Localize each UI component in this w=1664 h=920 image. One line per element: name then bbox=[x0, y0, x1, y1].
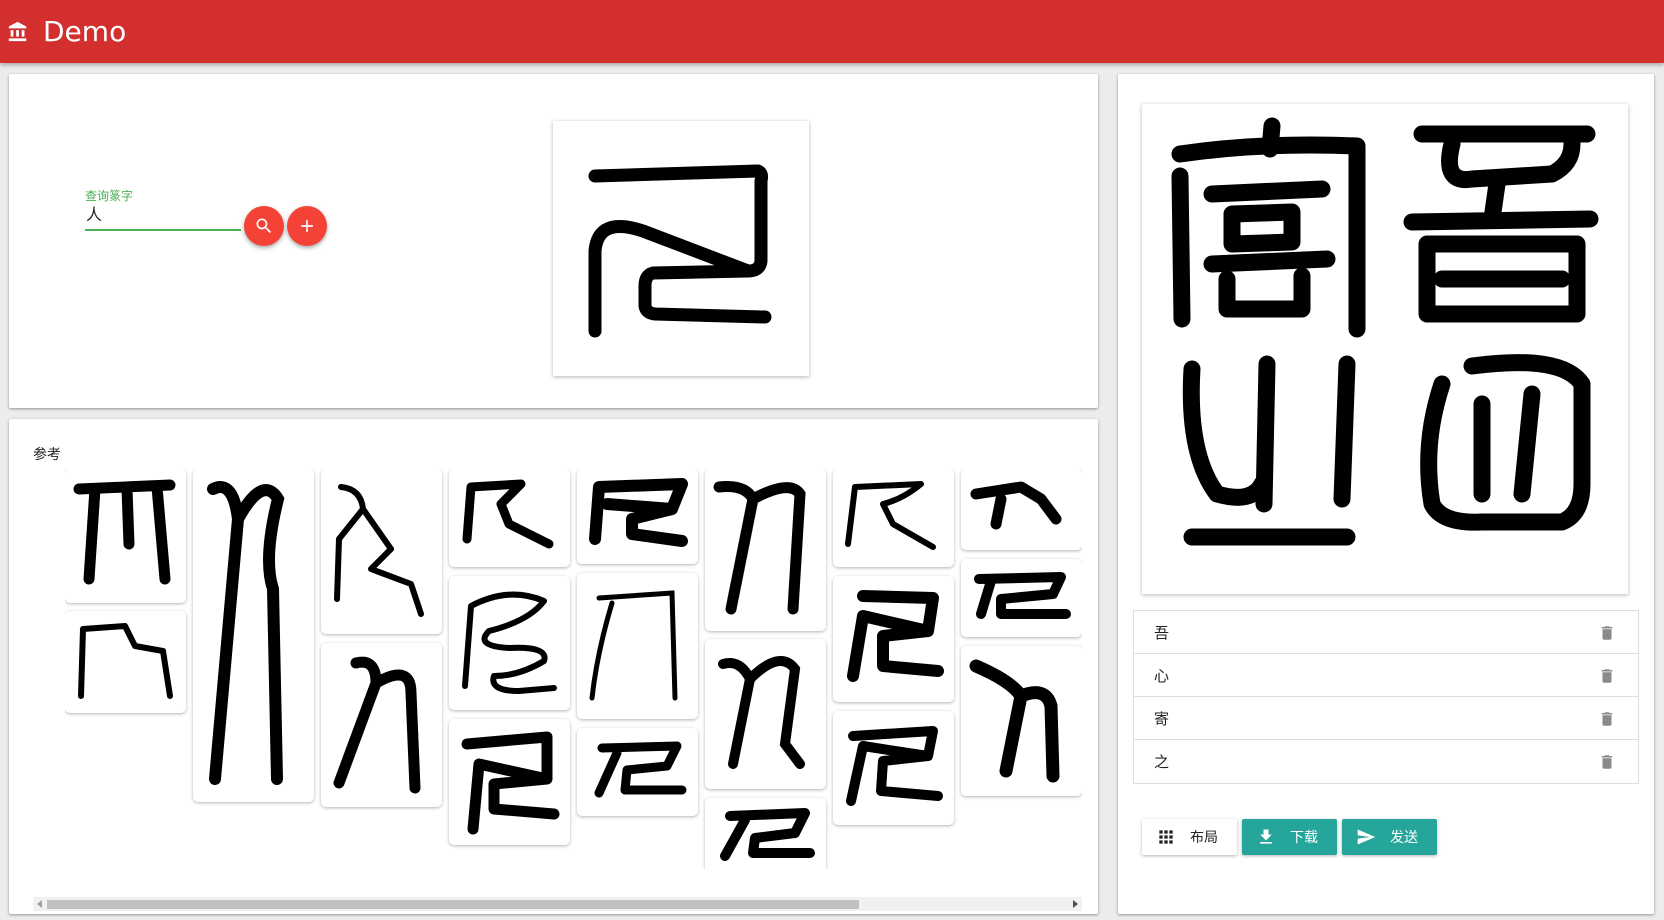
reference-card: 参考 bbox=[9, 419, 1098, 914]
trash-icon[interactable] bbox=[1598, 666, 1616, 686]
seal-glyph-image bbox=[845, 481, 936, 550]
reference-tile[interactable] bbox=[65, 469, 186, 603]
reference-tile[interactable] bbox=[321, 469, 442, 634]
composition-preview bbox=[1142, 104, 1628, 594]
bank-icon bbox=[8, 21, 27, 41]
list-item[interactable]: 吾 bbox=[1134, 611, 1638, 654]
reference-tile[interactable] bbox=[833, 469, 954, 567]
reference-tile[interactable] bbox=[961, 469, 1082, 550]
layout-button-label: 布局 bbox=[1190, 830, 1218, 846]
reference-tile[interactable] bbox=[321, 643, 442, 807]
app-title: Demo bbox=[43, 15, 127, 48]
search-icon bbox=[256, 218, 272, 234]
composition-card: 吾 心 寄 之 布局 下载 发送 bbox=[1118, 74, 1654, 914]
search-field[interactable]: 查询篆字 人 bbox=[85, 187, 241, 231]
seal-glyph-image bbox=[847, 590, 944, 682]
reference-tile[interactable] bbox=[961, 646, 1082, 796]
seal-glyph-image bbox=[73, 479, 176, 585]
layout-button[interactable]: 布局 bbox=[1142, 819, 1237, 855]
reference-tile[interactable] bbox=[705, 639, 826, 789]
list-item-label: 心 bbox=[1154, 666, 1170, 685]
reference-tile[interactable] bbox=[705, 798, 826, 869]
reference-tile[interactable] bbox=[833, 711, 954, 825]
add-button[interactable] bbox=[287, 206, 327, 246]
seal-glyph-image bbox=[588, 164, 772, 338]
seal-glyph-image bbox=[461, 731, 560, 835]
grid-icon bbox=[1159, 830, 1173, 844]
seal-glyph-image bbox=[589, 478, 688, 547]
app-bar: Demo bbox=[0, 0, 1664, 63]
character-list: 吾 心 寄 之 bbox=[1133, 610, 1639, 784]
glyph-preview bbox=[553, 121, 809, 376]
trash-icon[interactable] bbox=[1598, 623, 1616, 643]
trash-icon[interactable] bbox=[1598, 709, 1616, 729]
list-item[interactable]: 心 bbox=[1134, 654, 1638, 697]
list-item-label: 之 bbox=[1154, 753, 1170, 771]
seal-glyph-image bbox=[594, 741, 687, 798]
reference-tile[interactable] bbox=[193, 469, 314, 802]
horizontal-scrollbar[interactable] bbox=[33, 897, 1082, 911]
download-button-label: 下载 bbox=[1290, 830, 1318, 846]
reference-tile[interactable] bbox=[449, 469, 570, 567]
seal-glyph-image bbox=[589, 590, 678, 701]
add-icon bbox=[301, 220, 313, 232]
reference-title: 参考 bbox=[33, 447, 61, 463]
list-item-label: 吾 bbox=[1154, 623, 1170, 642]
scroll-left-arrow[interactable] bbox=[37, 900, 42, 908]
scroll-thumb[interactable] bbox=[47, 900, 859, 909]
seal-glyph-image bbox=[846, 726, 943, 806]
seal-glyph-image bbox=[334, 484, 424, 617]
reference-tile[interactable] bbox=[449, 576, 570, 710]
seal-glyph-image bbox=[974, 572, 1071, 619]
search-button[interactable] bbox=[244, 206, 284, 246]
send-icon bbox=[1357, 829, 1376, 845]
reference-tile[interactable] bbox=[961, 559, 1082, 637]
download-icon bbox=[1260, 829, 1272, 844]
seal-glyph-image bbox=[969, 659, 1060, 783]
list-item-label: 寄 bbox=[1154, 709, 1170, 728]
search-label: 查询篆字 bbox=[85, 189, 134, 203]
reference-tile[interactable] bbox=[705, 469, 826, 631]
list-item[interactable]: 之 bbox=[1134, 740, 1638, 783]
seal-glyph-image bbox=[207, 481, 285, 785]
seal-glyph-image bbox=[718, 656, 805, 769]
send-button-label: 发送 bbox=[1390, 830, 1418, 846]
seal-glyph-image bbox=[462, 479, 554, 549]
action-bar: 布局 下载 发送 bbox=[1142, 819, 1442, 855]
seal-glyph-image bbox=[720, 808, 815, 861]
reference-tile[interactable] bbox=[65, 611, 186, 713]
reference-tile[interactable] bbox=[577, 573, 698, 719]
seal-composition-image bbox=[1171, 117, 1599, 546]
download-button[interactable]: 下载 bbox=[1242, 819, 1337, 855]
reference-gallery bbox=[65, 469, 1082, 869]
trash-icon[interactable] bbox=[1598, 752, 1616, 772]
search-card: 查询篆字 人 bbox=[9, 74, 1098, 408]
seal-glyph-image bbox=[970, 481, 1062, 530]
reference-tile[interactable] bbox=[577, 728, 698, 816]
scroll-right-arrow[interactable] bbox=[1073, 900, 1078, 908]
search-input[interactable]: 人 bbox=[85, 203, 241, 231]
reference-tile[interactable] bbox=[833, 576, 954, 702]
seal-glyph-image bbox=[713, 481, 806, 615]
reference-tile[interactable] bbox=[577, 469, 698, 564]
seal-glyph-image bbox=[333, 656, 421, 794]
reference-tile[interactable] bbox=[449, 719, 570, 845]
send-button[interactable]: 发送 bbox=[1342, 819, 1437, 855]
seal-glyph-image bbox=[78, 623, 173, 699]
list-item[interactable]: 寄 bbox=[1134, 697, 1638, 740]
seal-glyph-image bbox=[462, 591, 557, 694]
